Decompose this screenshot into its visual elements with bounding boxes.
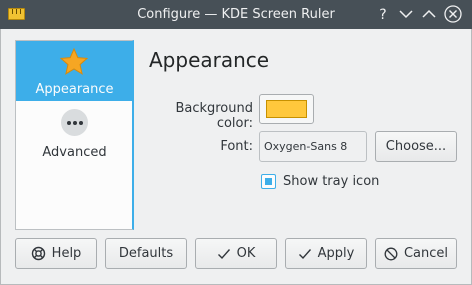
title-bar: Configure — KDE Screen Ruler ? bbox=[0, 0, 472, 29]
chevron-up-icon bbox=[422, 9, 436, 18]
sidebar-item-label: Appearance bbox=[35, 82, 114, 97]
help-titlebar-button[interactable]: ? bbox=[374, 5, 392, 23]
choose-font-label: Choose... bbox=[385, 139, 447, 154]
sidebar-item-advanced[interactable]: Advanced bbox=[16, 105, 133, 165]
choose-font-button[interactable]: Choose... bbox=[375, 131, 457, 162]
more-dots-icon bbox=[61, 109, 88, 136]
show-tray-icon-checkbox[interactable] bbox=[261, 174, 276, 189]
sidebar-item-appearance[interactable]: Appearance bbox=[16, 41, 133, 101]
cancel-button-label: Cancel bbox=[403, 246, 449, 261]
defaults-button-label: Defaults bbox=[118, 246, 174, 261]
cancel-icon bbox=[384, 247, 398, 260]
checkmark-icon bbox=[298, 248, 311, 259]
show-tray-icon-label[interactable]: Show tray icon bbox=[283, 174, 379, 189]
background-color-button[interactable] bbox=[259, 94, 314, 124]
help-button[interactable]: Help bbox=[15, 238, 97, 269]
font-label: Font: bbox=[220, 139, 253, 154]
background-color-label: Background color: bbox=[175, 101, 253, 131]
close-icon bbox=[444, 5, 462, 23]
close-window-button[interactable] bbox=[444, 5, 462, 23]
help-button-label: Help bbox=[51, 246, 82, 261]
ok-button-label: OK bbox=[236, 246, 256, 261]
checkmark-icon bbox=[217, 248, 230, 259]
defaults-button[interactable]: Defaults bbox=[105, 238, 187, 269]
apply-button[interactable]: Apply bbox=[285, 238, 367, 269]
apply-button-label: Apply bbox=[317, 246, 355, 261]
star-icon bbox=[59, 47, 89, 75]
chevron-down-icon bbox=[399, 10, 413, 19]
page-title: Appearance bbox=[149, 48, 270, 72]
lifebuoy-icon bbox=[31, 246, 45, 261]
checkbox-check-mark bbox=[265, 178, 272, 185]
question-icon: ? bbox=[379, 7, 386, 23]
sidebar-item-label: Advanced bbox=[42, 145, 107, 160]
cancel-button[interactable]: Cancel bbox=[375, 238, 457, 269]
page-list[interactable]: Appearance Advanced bbox=[15, 40, 134, 230]
color-swatch bbox=[266, 100, 307, 118]
svg-text:?: ? bbox=[379, 7, 386, 23]
maximize-button[interactable] bbox=[420, 5, 438, 23]
ok-button[interactable]: OK bbox=[195, 238, 277, 269]
minimize-button[interactable] bbox=[397, 5, 415, 23]
font-preview-field: Oxygen-Sans 8 bbox=[259, 131, 367, 162]
